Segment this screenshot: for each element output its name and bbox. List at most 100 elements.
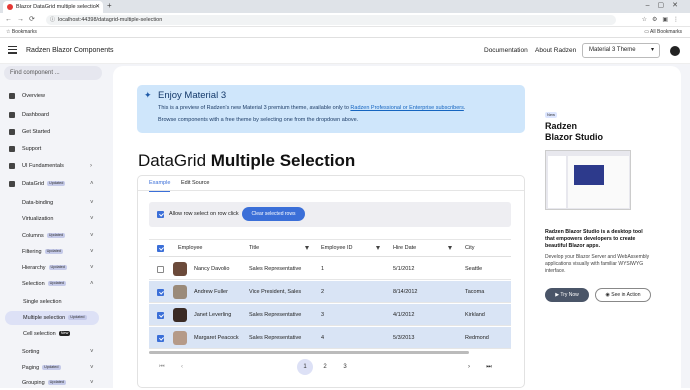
cell-employee: Nancy Davolio xyxy=(194,266,230,272)
main-content: ✦ Enjoy Material 3 This is a preview of … xyxy=(110,64,690,388)
app-header: Radzen Blazor Components Documentation A… xyxy=(0,38,690,64)
sidebar-item-columns[interactable]: Columns Updated ˅ xyxy=(0,229,110,243)
window-controls[interactable]: –▢✕ xyxy=(646,0,686,12)
see-in-action-button[interactable]: ◉ See in Action xyxy=(595,288,651,302)
studio-promo: New Radzen Blazor Studio Radzen Blazor St… xyxy=(545,112,655,388)
column-header-hire-date[interactable]: Hire Date xyxy=(393,240,416,257)
sidebar: Find component ... Overview Dashboard Ge… xyxy=(0,64,110,388)
row-checkbox[interactable] xyxy=(157,266,164,273)
content-card: ✦ Enjoy Material 3 This is a preview of … xyxy=(113,66,681,388)
filter-icon[interactable] xyxy=(376,246,380,250)
sidebar-item-datagrid[interactable]: DataGrid Updated ˄ xyxy=(0,177,110,191)
browser-tab[interactable]: Blazor DataGrid multiple selectio ✕ xyxy=(3,1,103,13)
sidebar-item-virtualization[interactable]: Virtualization ˅ xyxy=(0,212,110,226)
sidebar-item-filtering[interactable]: Filtering Updated ˅ xyxy=(0,245,110,259)
address-bar: ←→⟳ ⓘ localhost:44398/datagrid-multiple-… xyxy=(0,13,690,27)
cell-hire-date: 5/3/2013 xyxy=(393,335,415,341)
column-header-employee[interactable]: Employee xyxy=(178,240,202,257)
last-page-icon[interactable]: ⏭ xyxy=(481,359,497,375)
sidebar-item-data-binding[interactable]: Data-binding ˅ xyxy=(0,196,110,210)
support-icon xyxy=(9,146,15,152)
sidebar-item-overview[interactable]: Overview xyxy=(0,89,110,103)
row-checkbox[interactable] xyxy=(157,335,164,342)
promo-title: Radzen Blazor Studio xyxy=(545,121,603,142)
sidebar-item-dashboard[interactable]: Dashboard xyxy=(0,108,110,122)
sidebar-item-get-started[interactable]: Get Started xyxy=(0,125,110,139)
sidebar-item-paging[interactable]: Paging Updated ˅ xyxy=(0,361,110,375)
sidebar-item-single-selection[interactable]: Single selection xyxy=(0,295,110,309)
row-checkbox[interactable] xyxy=(157,289,164,296)
about-link[interactable]: About Radzen xyxy=(535,38,576,63)
all-bookmarks[interactable]: ▭ All Bookmarks xyxy=(644,27,682,37)
radzen-favicon-icon xyxy=(7,4,13,10)
scrollbar-thumb[interactable] xyxy=(149,351,469,354)
cell-employee-id: 2 xyxy=(321,289,325,295)
first-page-icon[interactable]: ⏮ xyxy=(154,359,170,375)
documentation-link[interactable]: Documentation xyxy=(484,38,528,63)
nav-buttons[interactable]: ←→⟳ xyxy=(5,13,40,27)
sidebar-item-cell-selection[interactable]: Cell selection New xyxy=(0,327,110,341)
column-header-employee-id[interactable]: Employee ID xyxy=(321,240,353,257)
cell-title: Sales Representative xyxy=(249,266,302,272)
column-header-title[interactable]: Title xyxy=(249,240,259,257)
info-icon[interactable]: ⓘ xyxy=(50,15,55,25)
tab-strip: Example Edit Source xyxy=(138,176,524,192)
next-page-icon[interactable]: › xyxy=(461,359,477,375)
tab-example[interactable]: Example xyxy=(149,176,171,192)
updated-badge: Updated xyxy=(48,265,67,270)
tab-edit-source[interactable]: Edit Source xyxy=(181,176,209,191)
browser-tab-title: Blazor DataGrid multiple selectio xyxy=(16,4,96,10)
sidebar-item-ui-fundamentals[interactable]: UI Fundamentals › xyxy=(0,159,110,173)
page-2-button[interactable]: 2 xyxy=(317,359,333,375)
select-all-checkbox[interactable] xyxy=(157,245,164,252)
theme-dropdown[interactable]: Material 3 Theme ▾ xyxy=(582,43,660,58)
grid-icon xyxy=(9,181,15,187)
chevron-down-icon: ˅ xyxy=(90,200,94,206)
table-row[interactable]: Nancy Davolio Sales Representative 1 5/1… xyxy=(149,258,511,280)
updated-badge: Updated xyxy=(47,281,66,286)
avatar xyxy=(173,308,187,322)
page-1-button[interactable]: 1 xyxy=(297,359,313,375)
search-input[interactable]: Find component ... xyxy=(4,66,102,80)
sidebar-item-multiple-selection[interactable]: Multiple selection Updated xyxy=(5,311,99,325)
updated-badge: Updated xyxy=(47,181,66,186)
close-tab-icon[interactable]: ✕ xyxy=(95,1,100,13)
updated-badge: Updated xyxy=(68,315,87,320)
bookmarks-item[interactable]: ☆ Bookmarks xyxy=(6,27,37,37)
cell-employee-id: 4 xyxy=(321,335,325,341)
prev-page-icon[interactable]: ‹ xyxy=(174,359,190,375)
cell-title: Sales Representative xyxy=(249,335,302,341)
avatar xyxy=(173,331,187,345)
column-header-city[interactable]: City xyxy=(465,240,474,257)
url-text: localhost:44398/datagrid-multiple-select… xyxy=(58,17,163,23)
row-click-select-checkbox[interactable] xyxy=(157,211,164,218)
cell-employee-id: 3 xyxy=(321,312,325,318)
table-row[interactable]: Margaret Peacock Sales Representative 4 … xyxy=(149,327,511,349)
url-field[interactable]: ⓘ localhost:44398/datagrid-multiple-sele… xyxy=(46,15,616,25)
sidebar-item-support[interactable]: Support xyxy=(0,142,110,156)
grid-toolbar: Allow row select on row click Clear sele… xyxy=(149,202,511,227)
row-checkbox[interactable] xyxy=(157,312,164,319)
cell-employee-id: 1 xyxy=(321,266,325,272)
theme-selected: Material 3 Theme xyxy=(589,47,636,53)
sidebar-item-sorting[interactable]: Sorting ˅ xyxy=(0,345,110,359)
chevron-down-icon: ˅ xyxy=(90,365,94,371)
filter-icon[interactable] xyxy=(305,246,309,250)
horizontal-scrollbar[interactable] xyxy=(149,350,511,355)
extension-icons[interactable]: ☆⚙▣⋮ xyxy=(642,13,684,27)
sidebar-item-hierarchy[interactable]: Hierarchy Updated ˅ xyxy=(0,261,110,275)
table-row[interactable]: Janet Leverling Sales Representative 3 4… xyxy=(149,304,511,326)
sidebar-item-selection[interactable]: Selection Updated ˄ xyxy=(0,277,110,291)
subscribers-link[interactable]: Radzen Professional or Enterprise subscr… xyxy=(350,105,463,111)
sparkle-icon: ✦ xyxy=(144,90,152,100)
try-now-button[interactable]: ▶ Try Now xyxy=(545,288,589,302)
table-row[interactable]: Andrew Fuller Vice President, Sales 2 8/… xyxy=(149,281,511,303)
page-3-button[interactable]: 3 xyxy=(337,359,353,375)
clear-selected-rows-button[interactable]: Clear selected rows xyxy=(242,207,305,221)
github-icon[interactable] xyxy=(670,46,680,56)
menu-icon[interactable] xyxy=(8,46,17,54)
filter-icon[interactable] xyxy=(448,246,452,250)
cell-employee: Andrew Fuller xyxy=(194,289,228,295)
new-tab-icon[interactable]: + xyxy=(107,0,112,12)
chevron-down-icon: ˅ xyxy=(90,265,94,271)
